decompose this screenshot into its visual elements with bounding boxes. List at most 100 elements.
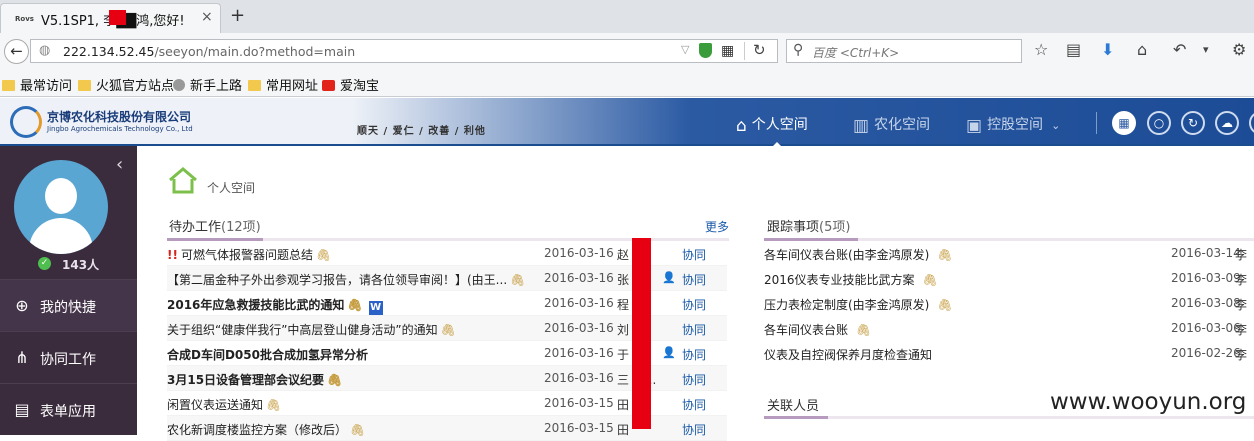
row-title-text: 仪表及自控阀保养月度检查通知	[764, 348, 933, 362]
qrcode-icon[interactable]: ▦	[721, 43, 734, 59]
row-title[interactable]: 2016年应急救援技能比武的通知 🖇 W	[167, 296, 383, 315]
avatar[interactable]	[14, 160, 108, 254]
bookmark-item[interactable]: 火狐官方站点	[78, 75, 174, 94]
online-check-icon: ✓	[38, 257, 51, 270]
attachment-icon: 🖇	[937, 298, 953, 312]
sidebar-item-forms[interactable]: ▤ 表单应用	[0, 383, 137, 435]
attachment-icon: 🖇	[440, 323, 456, 337]
row-date: 2016-03-16	[544, 296, 614, 310]
tracking-panel-title: 跟踪事项(5项)	[767, 216, 850, 235]
row-title[interactable]: 各车间仪表台账(由李金鸿原发) 🖇	[764, 246, 953, 263]
collapse-sidebar-icon[interactable]: ‹	[116, 154, 123, 175]
nav-label: 农化空间	[874, 117, 931, 133]
company-logo-icon	[10, 106, 42, 138]
row-title[interactable]: 各车间仪表台账 🖇	[764, 321, 871, 338]
nav-label: 个人空间	[751, 117, 808, 133]
bookmark-label: 火狐官方站点	[96, 79, 175, 94]
nav-holding-space[interactable]: ▣ 控股空间 ⌄	[966, 114, 1060, 136]
attachment-icon: 🖇	[937, 248, 953, 262]
row-type-link[interactable]: 协同	[682, 271, 706, 288]
more-icon[interactable]: ·	[1249, 111, 1254, 135]
search-box[interactable]: ⚲ 百度 <Ctrl+K>	[786, 39, 1022, 63]
redaction-mark	[109, 10, 126, 25]
row-title[interactable]: 关于组织“健康伴我行”中高层登山健身活动”的通知 🖇	[167, 321, 456, 338]
url-dropdown-icon[interactable]: ▽	[681, 43, 689, 56]
list-item[interactable]: 压力表检定制度(由李金鸿原发) 🖇 2016-03-08 李	[764, 291, 1254, 316]
row-type-link[interactable]: 协同	[682, 246, 706, 263]
bookmark-item[interactable]: 新手上路	[173, 75, 242, 94]
row-title-text: 【第二届金种子外出参观学习报告，请各位领导审阅！】(由王...	[167, 273, 508, 287]
bookmark-item[interactable]: 常用网址	[248, 75, 318, 94]
undo-dropdown-icon[interactable]: ▾	[1203, 43, 1209, 56]
row-title-text: 2016年应急救援技能比武的通知	[167, 298, 345, 312]
person-plus-icon: 👤	[662, 346, 676, 359]
panel-count: (12项)	[221, 220, 261, 235]
row-title[interactable]: 农化新调度楼监控方案（修改后） 🖇	[167, 421, 365, 438]
list-item[interactable]: 2016仪表专业技能比武方案 🖇 2016-03-09 李	[764, 266, 1254, 291]
reading-list-icon[interactable]: ▤	[1066, 40, 1081, 59]
panel-title-text: 待办工作	[169, 220, 222, 235]
list-item[interactable]: 仪表及自控阀保养月度检查通知 2016-02-26 李	[764, 341, 1254, 366]
shield-icon[interactable]	[699, 43, 712, 58]
globe-icon: ◍	[39, 43, 51, 58]
word-doc-icon: W	[368, 301, 383, 315]
company-slogan: 顺天 / 爱仁 / 改善 / 利他	[357, 126, 486, 137]
sidebar-item-shortcuts[interactable]: ⊕ 我的快捷	[0, 279, 137, 331]
row-title[interactable]: 压力表检定制度(由李金鸿原发) 🖇	[764, 296, 953, 313]
nav-label: 控股空间	[987, 117, 1044, 133]
more-link[interactable]: 更多	[705, 218, 729, 235]
bookmark-item[interactable]: 爱淘宝	[322, 75, 379, 94]
close-tab-icon[interactable]: ×	[201, 9, 213, 25]
nav-agro-space[interactable]: ▥ 农化空间	[853, 114, 930, 136]
building-icon: ▥	[853, 116, 870, 136]
taobao-icon	[322, 80, 335, 91]
row-date: 2016-03-16	[544, 371, 614, 385]
search-placeholder: 百度 <Ctrl+K>	[812, 46, 900, 60]
bookmark-item[interactable]: 最常访问	[2, 75, 72, 94]
row-sender: 李	[1235, 248, 1248, 262]
back-button[interactable]: ←	[4, 39, 29, 64]
row-title[interactable]: 合成D车间D050批合成加氢异常分析	[167, 346, 368, 363]
row-type-link[interactable]: 协同	[682, 421, 706, 438]
search-icon[interactable]: ○	[1147, 111, 1171, 135]
row-type-link[interactable]: 协同	[682, 346, 706, 363]
settings-icon[interactable]: ⚙	[1232, 40, 1246, 59]
undo-icon[interactable]: ↶	[1173, 40, 1186, 59]
list-item[interactable]: 各车间仪表台账 🖇 2016-03-06 李	[764, 316, 1254, 341]
row-type-link[interactable]: 协同	[682, 296, 706, 313]
star-icon[interactable]: ☆	[1034, 40, 1048, 59]
watermark: www.wooyun.org	[1046, 389, 1251, 415]
nav-personal-space[interactable]: ⌂ 个人空间	[736, 114, 808, 136]
row-title[interactable]: 2016仪表专业技能比武方案 🖇	[764, 271, 938, 288]
grid-icon[interactable]: ▦	[1112, 111, 1136, 135]
online-count[interactable]: 143人	[62, 256, 99, 273]
pending-panel-title: 待办工作(12项)	[169, 216, 261, 235]
browser-tab[interactable]: Rovs V5.1SP1, 李██鸿,您好! ×	[0, 3, 221, 33]
download-icon[interactable]: ⬇	[1101, 40, 1114, 59]
row-title[interactable]: 【第二届金种子外出参观学习报告，请各位领导审阅！】(由王... 🖇	[167, 271, 525, 288]
row-date: 2016-03-16	[544, 321, 614, 335]
cloud-icon[interactable]: ☁	[1215, 111, 1239, 135]
row-title[interactable]: 闲置仪表运送通知 🖇	[167, 396, 281, 413]
reload-icon[interactable]: ↻	[753, 41, 766, 59]
row-title[interactable]: 仪表及自控阀保养月度检查通知	[764, 346, 932, 363]
row-type-link[interactable]: 协同	[682, 321, 706, 338]
sidebar-item-collaboration[interactable]: ⋔ 协同工作	[0, 331, 137, 383]
chevron-down-icon: ⌄	[1051, 119, 1061, 132]
home-browser-icon[interactable]: ⌂	[1137, 40, 1147, 59]
refresh-icon[interactable]: ↻	[1181, 111, 1205, 135]
list-item[interactable]: 各车间仪表台账(由李金鸿原发) 🖇 2016-03-14 李	[764, 241, 1254, 266]
row-title[interactable]: 3月15日设备管理部会议纪要 🖇	[167, 371, 342, 388]
favicon-icon: Rovs	[15, 15, 34, 23]
plus-circle-icon: ⊕	[15, 296, 29, 315]
app-header: 京博农化科技股份有限公司 Jingbo Agrochemicals Techno…	[0, 98, 1254, 148]
new-tab-button[interactable]: +	[230, 5, 245, 26]
row-sender: 程	[617, 298, 630, 312]
url-text[interactable]: 222.134.52.45/seeyon/main.do?method=main	[63, 44, 355, 59]
row-date: 2016-02-26	[1171, 346, 1241, 360]
row-title-text: 各车间仪表台账(由李金鸿原发)	[764, 248, 930, 262]
row-type-link[interactable]: 协同	[682, 396, 706, 413]
address-bar[interactable]: ◍ 222.134.52.45/seeyon/main.do?method=ma…	[30, 39, 778, 63]
row-title[interactable]: !! 可燃气体报警器问题总结 🖇	[167, 246, 331, 263]
row-type-link[interactable]: 协同	[682, 371, 706, 388]
